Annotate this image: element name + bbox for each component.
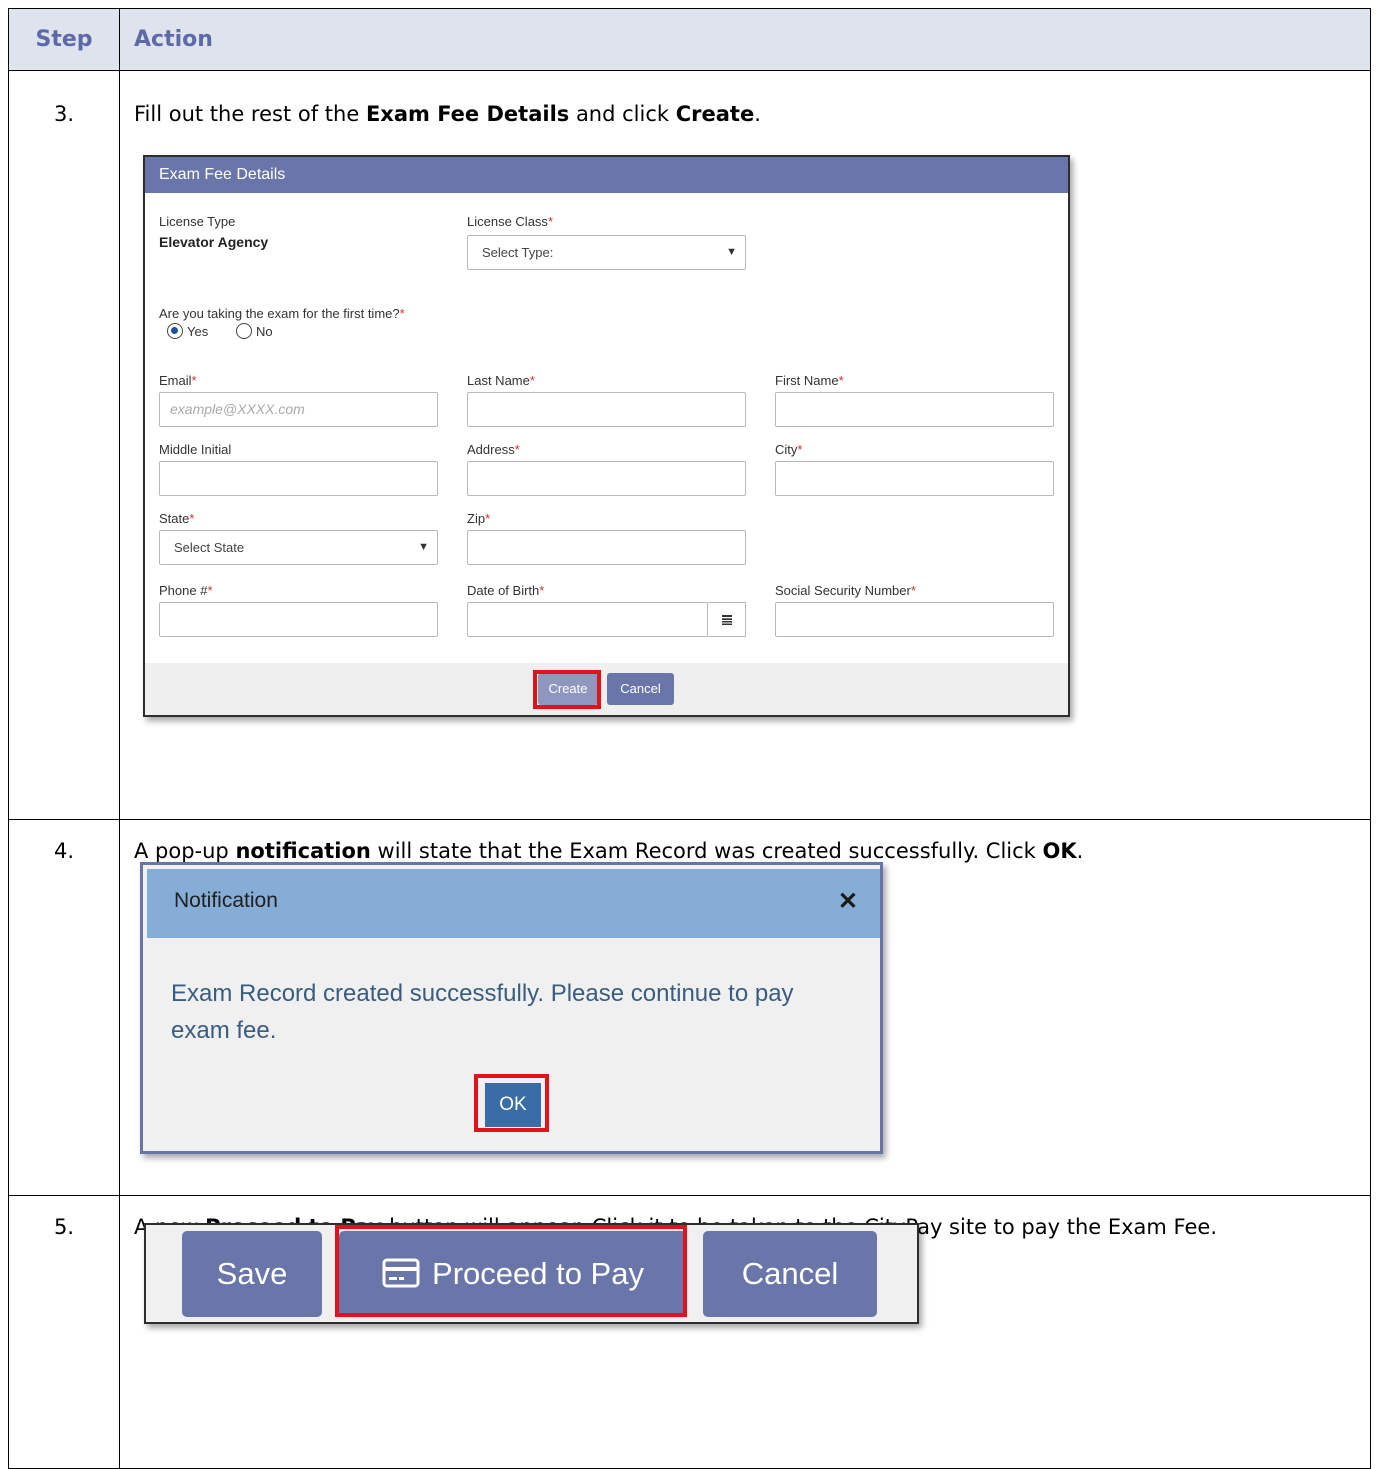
last-name-label: Last Name* [467, 373, 535, 388]
address-label: Address* [467, 442, 520, 457]
state-select[interactable]: Select State ▼ [159, 530, 438, 565]
license-class-select[interactable]: Select Type: ▼ [467, 235, 746, 270]
calendar-icon [722, 615, 732, 625]
zip-field[interactable] [467, 530, 746, 565]
ok-highlight [474, 1074, 549, 1132]
notification-title: Notification [174, 889, 278, 912]
city-label: City* [775, 442, 803, 457]
middle-initial-label: Middle Initial [159, 442, 232, 457]
radio-yes[interactable] [167, 323, 183, 339]
email-field[interactable]: example@XXXX.com [159, 392, 438, 427]
step-4-instruction: A pop-up notification will state that th… [134, 839, 1084, 863]
license-type-value: Elevator Agency [159, 234, 269, 250]
create-highlight [533, 670, 601, 709]
form-title: Exam Fee Details [145, 157, 1068, 193]
dob-field[interactable] [467, 602, 708, 637]
header-step: Step [35, 27, 93, 52]
city-field[interactable] [775, 461, 1054, 496]
first-name-field[interactable] [775, 392, 1054, 427]
phone-label: Phone #* [159, 583, 213, 598]
chevron-down-icon: ▼ [726, 246, 737, 258]
notification-header: Notification ✕ [147, 869, 880, 938]
first-time-question: Are you taking the exam for the first ti… [159, 306, 405, 321]
state-selected: Select State [174, 540, 245, 555]
cancel-button[interactable]: Cancel [703, 1231, 877, 1317]
license-class-label: License Class* [467, 214, 553, 229]
step-number-4: 4. [53, 839, 75, 863]
step-3-instruction: Fill out the rest of the Exam Fee Detail… [134, 102, 761, 126]
ssn-label: Social Security Number* [775, 583, 916, 598]
address-field[interactable] [467, 461, 746, 496]
close-icon[interactable]: ✕ [838, 887, 858, 916]
radio-no[interactable] [236, 323, 252, 339]
calendar-button[interactable] [708, 602, 746, 637]
dob-label: Date of Birth* [467, 583, 545, 598]
middle-initial-field[interactable] [159, 461, 438, 496]
step-number-5: 5. [53, 1215, 75, 1239]
last-name-field[interactable] [467, 392, 746, 427]
table-header-row: Step Action [9, 9, 1370, 71]
email-label: Email* [159, 373, 197, 388]
column-divider [119, 9, 120, 1468]
step-number-3: 3. [53, 102, 75, 126]
state-label: State* [159, 511, 195, 526]
proceed-highlight [335, 1225, 687, 1317]
row-divider [9, 819, 1370, 820]
form-footer: Create Cancel [145, 663, 1068, 715]
cancel-button[interactable]: Cancel [607, 673, 674, 705]
license-class-selected: Select Type: [482, 245, 554, 260]
save-button[interactable]: Save [182, 1231, 322, 1317]
exam-fee-form: Exam Fee Details License Type Elevator A… [143, 155, 1070, 717]
radio-yes-label: Yes [187, 324, 209, 339]
ssn-field[interactable] [775, 602, 1054, 637]
zip-label: Zip* [467, 511, 491, 526]
chevron-down-icon: ▼ [418, 541, 429, 553]
row-divider [9, 1195, 1370, 1196]
radio-no-label: No [256, 324, 273, 339]
first-name-label: First Name* [775, 373, 844, 388]
license-type-label: License Type [159, 214, 236, 229]
notification-message: Exam Record created successfully. Please… [171, 980, 794, 1044]
header-action: Action [134, 27, 213, 52]
phone-field[interactable] [159, 602, 438, 637]
